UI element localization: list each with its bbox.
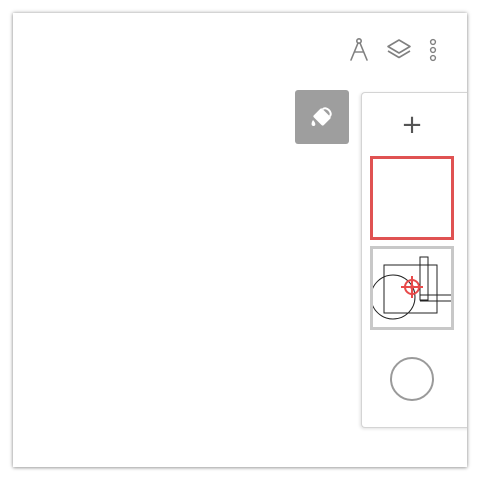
app-root: + [0, 0, 480, 480]
drawing-preview-icon [373, 256, 451, 320]
drawing-window: + [13, 13, 467, 467]
top-toolbar [339, 35, 447, 65]
layers-panel: + [361, 92, 467, 428]
layer-thumbnail-selected[interactable] [370, 156, 454, 240]
more-menu-button[interactable] [419, 35, 447, 65]
layers-icon [387, 39, 411, 59]
fill-tool-button[interactable] [295, 90, 349, 144]
layer-thumbnail-circle[interactable] [386, 353, 438, 405]
compass-icon [350, 37, 368, 61]
add-layer-button[interactable]: + [362, 107, 462, 143]
compass-button[interactable] [339, 35, 379, 65]
layers-button[interactable] [379, 35, 419, 65]
more-vertical-icon [429, 38, 437, 62]
paint-bucket-icon [311, 107, 332, 126]
circle-shape-icon [390, 357, 434, 401]
layer-thumbnail-drawing[interactable] [370, 246, 454, 330]
